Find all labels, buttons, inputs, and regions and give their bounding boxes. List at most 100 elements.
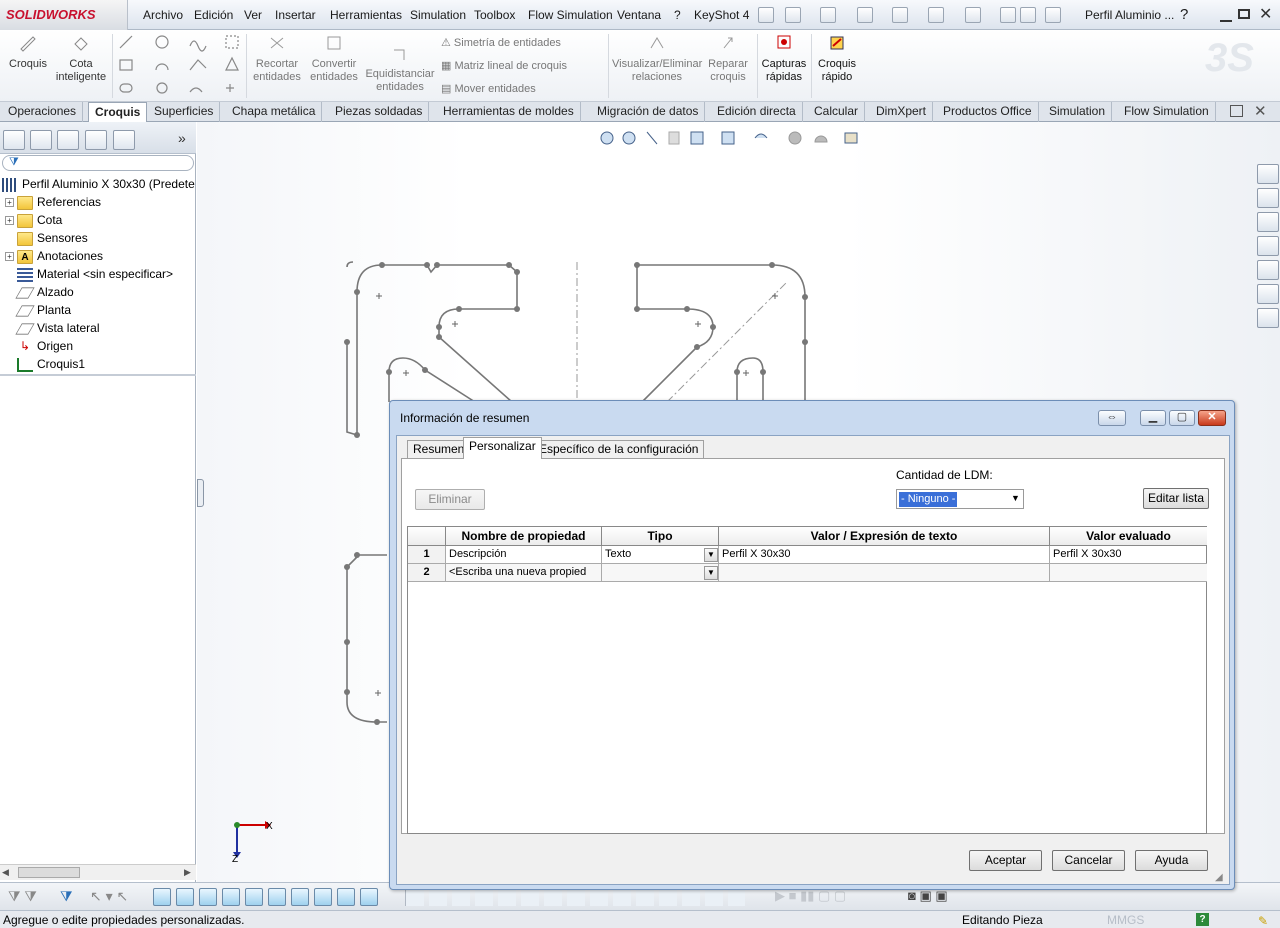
- property-name-cell[interactable]: Descripción: [446, 546, 602, 564]
- type-dropdown-icon[interactable]: ▼: [704, 566, 718, 580]
- scroll-thumb[interactable]: [18, 867, 80, 878]
- display-relations-button[interactable]: Visualizar/Eliminar relaciones: [612, 34, 702, 84]
- file-properties-icon[interactable]: [1045, 7, 1061, 23]
- tree-item-material[interactable]: Material <sin especificar>: [0, 265, 196, 283]
- menu-simulation[interactable]: Simulation: [410, 0, 466, 30]
- restore-icon[interactable]: [1238, 9, 1250, 19]
- tree-item-alzado[interactable]: Alzado: [0, 283, 196, 301]
- tab-flow-simulation[interactable]: Flow Simulation: [1118, 102, 1216, 122]
- dialog-close-icon[interactable]: ✕: [1198, 410, 1226, 426]
- column-header-type[interactable]: Tipo: [602, 527, 719, 546]
- rapid-sketch-button[interactable]: Croquis rápido: [814, 34, 860, 84]
- menu-help[interactable]: ?: [674, 0, 681, 30]
- rebuild-icon[interactable]: [1000, 7, 1016, 23]
- selection-filter-icon[interactable]: ⧩: [60, 888, 73, 905]
- type-dropdown-icon[interactable]: ▼: [704, 548, 718, 562]
- scroll-right-icon[interactable]: ▶: [184, 867, 191, 878]
- select-icon[interactable]: [965, 7, 981, 23]
- solidworks-logo[interactable]: SOLIDWORKS: [0, 0, 128, 30]
- custom-properties-icon[interactable]: [1257, 308, 1279, 328]
- expand-icon[interactable]: +: [5, 216, 14, 226]
- tree-item-anotaciones[interactable]: + A Anotaciones: [0, 247, 196, 265]
- propertymanager-tab-icon[interactable]: [30, 130, 52, 150]
- tab-productos-office[interactable]: Productos Office: [937, 102, 1039, 122]
- dimxpert-tab-icon[interactable]: [85, 130, 107, 150]
- camera-icon[interactable]: ◙ ▣ ▣: [908, 888, 948, 904]
- column-header-value[interactable]: Valor / Expresión de texto: [719, 527, 1050, 546]
- file-explorer-icon[interactable]: [1257, 236, 1279, 256]
- design-library-icon[interactable]: [1257, 212, 1279, 232]
- menu-ver[interactable]: Ver: [244, 0, 262, 30]
- view-palette-icon[interactable]: [1257, 260, 1279, 280]
- tree-item-origen[interactable]: ↳ Origen: [0, 337, 196, 355]
- options-icon[interactable]: [1020, 7, 1036, 23]
- tree-root-part[interactable]: Perfil Aluminio X 30x30 (Predete: [0, 175, 196, 193]
- filter-edges-icon[interactable]: [176, 888, 194, 906]
- sketch-button[interactable]: Croquis: [6, 34, 50, 71]
- tree-item-vista-lateral[interactable]: Vista lateral: [0, 319, 196, 337]
- dialog-minimize-icon[interactable]: ▁: [1140, 410, 1166, 426]
- row-number[interactable]: 2: [408, 564, 446, 582]
- horizontal-scrollbar[interactable]: ◀ ▶: [0, 864, 196, 880]
- tab-chapa-metalica[interactable]: Chapa metálica: [226, 102, 323, 122]
- property-value-cell[interactable]: Perfil X 30x30: [719, 546, 1050, 564]
- property-value-cell[interactable]: [719, 564, 1050, 582]
- smart-dimension-button[interactable]: Cota inteligente: [54, 34, 108, 84]
- close-icon[interactable]: ✕: [1259, 0, 1272, 30]
- sketch-tools-icons[interactable]: [118, 34, 243, 98]
- tab-superficies[interactable]: Superficies: [148, 102, 221, 122]
- tree-item-cota[interactable]: + Cota: [0, 211, 196, 229]
- tab-croquis[interactable]: Croquis: [88, 102, 148, 123]
- tree-item-croquis1[interactable]: Croquis1: [0, 355, 196, 373]
- filter-toolbar-icon[interactable]: ⧩ ⧩: [8, 888, 37, 905]
- status-lamp-icon[interactable]: ✎: [1258, 912, 1268, 928]
- macro-toolbar-icon[interactable]: ▶ ■ ▮▮ ▢ ▢: [775, 888, 905, 906]
- undo-icon[interactable]: [928, 7, 944, 23]
- status-units[interactable]: MMGS: [1107, 911, 1144, 928]
- appearances-icon[interactable]: [1257, 284, 1279, 304]
- help-button[interactable]: Ayuda: [1135, 850, 1208, 871]
- expand-icon[interactable]: +: [5, 252, 14, 262]
- ok-button[interactable]: Aceptar: [969, 850, 1042, 871]
- scroll-left-icon[interactable]: ◀: [2, 867, 9, 878]
- annotation-filters-icon[interactable]: [405, 888, 745, 906]
- tab-personalizar[interactable]: Personalizar: [463, 437, 542, 459]
- dialog-maximize-icon[interactable]: ▢: [1169, 410, 1195, 426]
- tree-filter[interactable]: ⧩: [2, 155, 194, 171]
- help-icon[interactable]: ?: [1180, 0, 1188, 30]
- doc-close-icon[interactable]: ✕: [1254, 102, 1267, 120]
- configurationmanager-tab-icon[interactable]: [57, 130, 79, 150]
- sw-resources-icon[interactable]: [1257, 164, 1279, 184]
- tab-migracion-datos[interactable]: Migración de datos: [591, 102, 706, 122]
- property-type-cell[interactable]: Texto: [602, 546, 719, 564]
- column-header-evaluated[interactable]: Valor evaluado: [1050, 527, 1207, 546]
- edit-list-button[interactable]: Editar lista: [1143, 488, 1209, 509]
- menu-flow-simulation[interactable]: Flow Simulation: [528, 0, 613, 30]
- filter-points-icon[interactable]: [314, 888, 332, 906]
- print-icon[interactable]: [892, 7, 908, 23]
- expand-icon[interactable]: +: [5, 198, 14, 208]
- new-document-icon[interactable]: [785, 7, 801, 23]
- delete-button[interactable]: Eliminar: [415, 489, 485, 510]
- featuremanager-tab-icon[interactable]: [3, 130, 25, 150]
- tab-dimxpert[interactable]: DimXpert: [870, 102, 934, 122]
- tab-especifico-configuracion[interactable]: Específico de la configuración: [533, 440, 705, 458]
- filter-sketches-icon[interactable]: [337, 888, 355, 906]
- tab-calcular[interactable]: Calcular: [808, 102, 866, 122]
- menu-archivo[interactable]: Archivo: [143, 0, 183, 30]
- convert-entities-button[interactable]: Convertir entidades: [306, 34, 362, 84]
- minimize-icon[interactable]: [1220, 20, 1232, 22]
- pin-icon[interactable]: [758, 7, 774, 23]
- menu-ventana[interactable]: Ventana: [617, 0, 661, 30]
- move-entities-button[interactable]: ▤ Mover entidades: [441, 82, 536, 95]
- menu-keyshot[interactable]: KeyShot 4: [694, 0, 749, 30]
- row-number[interactable]: 1: [408, 546, 446, 564]
- offset-entities-button[interactable]: Equidistanciar entidades: [364, 44, 436, 94]
- filter-segments-icon[interactable]: [360, 888, 378, 906]
- tab-simulation[interactable]: Simulation: [1043, 102, 1113, 122]
- doc-restore-icon[interactable]: [1230, 105, 1243, 117]
- tab-edicion-directa[interactable]: Edición directa: [711, 102, 803, 122]
- mirror-entities-button[interactable]: ⚠ Simetría de entidades: [441, 36, 561, 49]
- pointer-icon[interactable]: ↖ ▾ ↖: [90, 888, 128, 905]
- column-header-name[interactable]: Nombre de propiedad: [446, 527, 602, 546]
